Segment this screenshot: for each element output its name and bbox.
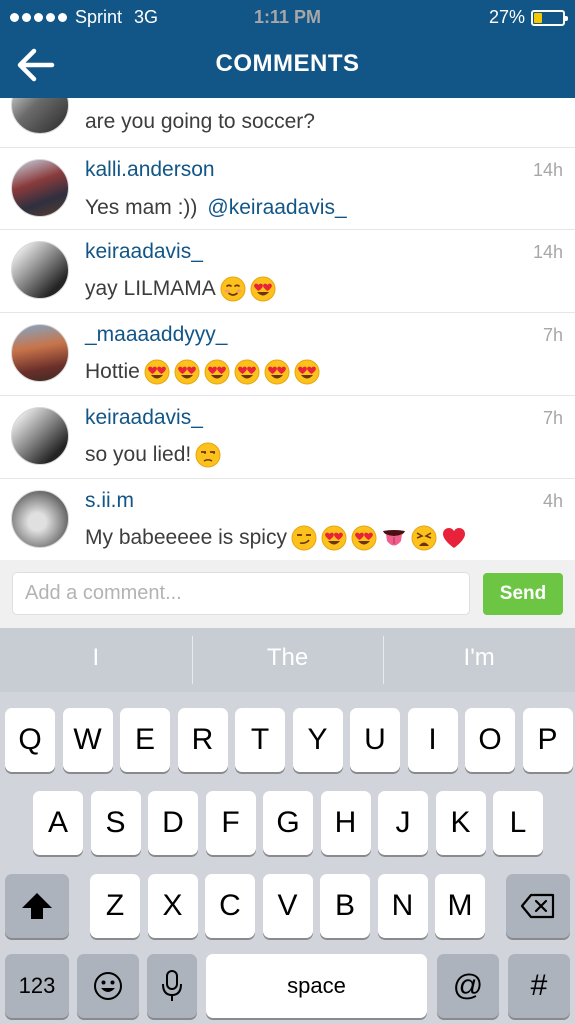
comment-time: 7h xyxy=(542,408,563,428)
comment-username[interactable]: keiraadavis_ xyxy=(85,406,203,430)
battery-icon xyxy=(531,9,568,26)
key-c[interactable]: C xyxy=(205,874,255,938)
comment-time: 14h xyxy=(532,160,563,180)
backspace-key[interactable] xyxy=(506,874,570,938)
tongue-icon xyxy=(381,525,407,551)
key-h[interactable]: H xyxy=(320,791,371,855)
comment-item: _maaaaddyyy_ 7h Hottie xyxy=(0,312,575,395)
key-z[interactable]: Z xyxy=(90,874,140,938)
numbers-key[interactable]: 123 xyxy=(5,954,69,1018)
key-r[interactable]: R xyxy=(177,708,228,772)
key-u[interactable]: U xyxy=(350,708,400,772)
heart-eyes-icon xyxy=(174,359,200,385)
comment-item: keiraadavis_ 14h yay LILMAMA xyxy=(0,229,575,312)
key-t[interactable]: T xyxy=(235,708,285,772)
key-d[interactable]: D xyxy=(148,791,198,855)
red-heart-icon xyxy=(441,525,467,551)
key-l[interactable]: L xyxy=(493,791,543,855)
heart-eyes-icon xyxy=(294,359,320,385)
weary-face-icon xyxy=(411,525,437,551)
key-w[interactable]: W xyxy=(62,708,113,772)
avatar[interactable] xyxy=(11,159,69,217)
heart-eyes-icon xyxy=(321,525,347,551)
key-p[interactable]: P xyxy=(522,708,573,772)
key-m[interactable]: M xyxy=(435,874,485,938)
comment-text: Yes mam :)) @keiraadavis_ xyxy=(85,196,347,220)
suggestion-2[interactable]: The xyxy=(191,628,384,692)
key-x[interactable]: X xyxy=(147,874,198,938)
status-bar: Sprint 3G 1:11 PM 27% xyxy=(0,0,575,34)
smiling-face-icon xyxy=(220,276,246,302)
avatar[interactable] xyxy=(11,241,69,299)
key-k[interactable]: K xyxy=(435,791,486,855)
comment-item: keiraadavis_ 7h so you lied! xyxy=(0,395,575,478)
mention-link[interactable]: @keiraadavis_ xyxy=(207,196,346,220)
comment-text: Hottie xyxy=(85,359,324,385)
key-e[interactable]: E xyxy=(120,708,170,772)
key-v[interactable]: V xyxy=(262,874,313,938)
heart-eyes-icon xyxy=(351,525,377,551)
key-g[interactable]: G xyxy=(263,791,313,855)
comments-list[interactable]: are you going to soccer? kalli.anderson … xyxy=(0,98,575,560)
heart-eyes-icon xyxy=(144,359,170,385)
avatar[interactable] xyxy=(11,490,69,548)
key-n[interactable]: N xyxy=(377,874,428,938)
at-key[interactable]: @ xyxy=(437,954,499,1018)
comment-time: 14h xyxy=(532,242,563,262)
avatar[interactable] xyxy=(11,407,69,465)
smirk-face-icon xyxy=(291,525,317,551)
key-i[interactable]: I xyxy=(407,708,458,772)
avatar[interactable] xyxy=(11,324,69,382)
comment-item: kalli.anderson 14h Yes mam :)) @keiraadav… xyxy=(0,147,575,229)
send-button[interactable]: Send xyxy=(483,573,563,615)
comment-username[interactable]: keiraadavis_ xyxy=(85,240,203,264)
comment-username[interactable]: _maaaaddyyy_ xyxy=(85,323,227,347)
key-b[interactable]: B xyxy=(320,874,370,938)
comment-time: 4h xyxy=(542,491,563,511)
emoji-key[interactable] xyxy=(77,954,139,1018)
key-a[interactable]: A xyxy=(33,791,83,855)
header-bar: Sprint 3G 1:11 PM 27% COMMENTS xyxy=(0,0,575,98)
comment-input[interactable] xyxy=(12,572,470,615)
status-right: 27% xyxy=(488,7,568,28)
avatar[interactable] xyxy=(11,98,69,134)
comment-text: are you going to soccer? xyxy=(85,110,315,133)
unamused-face-icon xyxy=(195,442,221,468)
battery-percent: 27% xyxy=(488,7,525,27)
comment-text: yay LILMAMA xyxy=(85,276,280,302)
page-title: COMMENTS xyxy=(215,50,360,77)
space-key[interactable]: space xyxy=(206,954,427,1018)
comment-text: My babeeeee is spicy xyxy=(85,525,471,551)
key-f[interactable]: F xyxy=(205,791,256,855)
comment-input-bar: Send xyxy=(0,560,575,628)
heart-eyes-icon xyxy=(234,359,260,385)
key-j[interactable]: J xyxy=(378,791,428,855)
comment-text: so you lied! xyxy=(85,442,225,468)
shift-key[interactable] xyxy=(5,874,69,938)
heart-eyes-icon xyxy=(204,359,230,385)
suggestion-3[interactable]: I'm xyxy=(383,628,575,692)
comment-time: 7h xyxy=(542,325,563,345)
keyboard: I The I'm QWERTYUIOP ASDFGHJKL ZXCVBNM 1… xyxy=(0,628,575,1024)
comment-item: are you going to soccer? xyxy=(0,98,575,147)
key-s[interactable]: S xyxy=(90,791,141,855)
comment-username[interactable]: s.ii.m xyxy=(85,489,134,513)
heart-eyes-icon xyxy=(250,276,276,302)
key-y[interactable]: Y xyxy=(292,708,343,772)
heart-eyes-icon xyxy=(264,359,290,385)
comment-username[interactable]: kalli.anderson xyxy=(85,158,215,182)
predictive-bar: I The I'm xyxy=(0,628,575,692)
key-o[interactable]: O xyxy=(465,708,515,772)
comment-item: s.ii.m 4h My babeeeee is spicy xyxy=(0,478,575,560)
microphone-key[interactable] xyxy=(147,954,197,1018)
key-q[interactable]: Q xyxy=(5,708,55,772)
suggestion-1[interactable]: I xyxy=(0,628,192,692)
hash-key[interactable]: # xyxy=(508,954,570,1018)
